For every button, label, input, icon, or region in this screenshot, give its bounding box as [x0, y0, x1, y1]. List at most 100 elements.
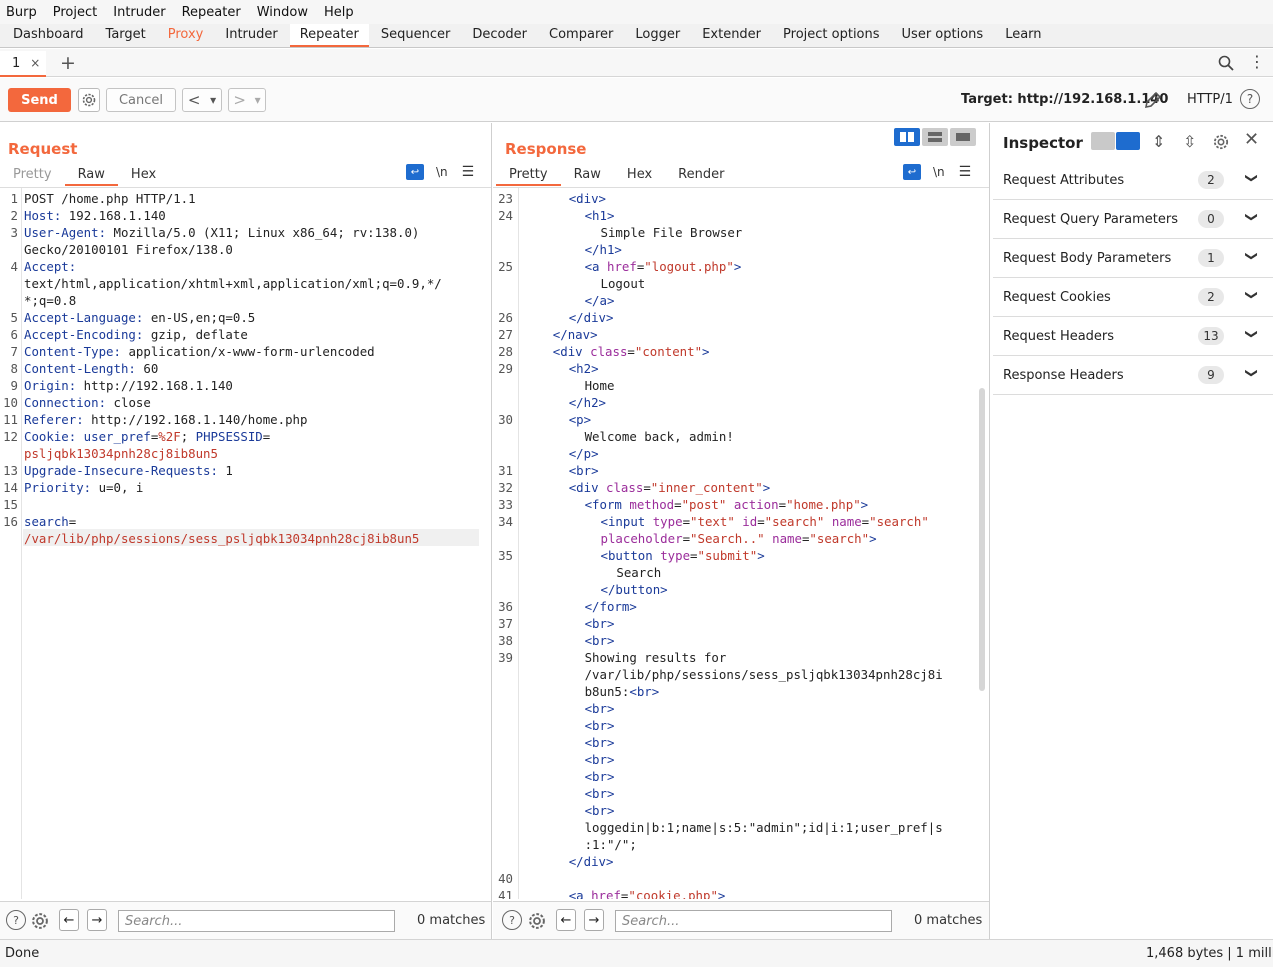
- tab-learn[interactable]: Learn: [995, 24, 1051, 47]
- repeater-tab-1[interactable]: 1 ×: [0, 51, 46, 77]
- show-newlines-icon[interactable]: \n: [933, 165, 945, 179]
- inspector-section-request-query-parameters[interactable]: Request Query Parameters 0 ❯: [993, 200, 1273, 239]
- code-line: </a>: [585, 292, 615, 309]
- menu-item-burp[interactable]: Burp: [6, 5, 37, 20]
- expand-all-icon[interactable]: ⇕: [1152, 132, 1165, 151]
- http-version-selector[interactable]: HTTP/1: [1187, 92, 1233, 107]
- help-icon[interactable]: ?: [502, 910, 522, 930]
- count-badge: 1: [1198, 249, 1224, 267]
- inspector-section-response-headers[interactable]: Response Headers 9 ❯: [993, 356, 1273, 395]
- inspector-layout-list-icon[interactable]: [1091, 132, 1115, 150]
- code-line: </p>: [569, 445, 599, 462]
- tab-proxy[interactable]: Proxy: [158, 24, 214, 47]
- request-search-input[interactable]: Search...: [118, 910, 395, 932]
- inspector-section-request-cookies[interactable]: Request Cookies 2 ❯: [993, 278, 1273, 317]
- previous-match-button[interactable]: ←: [59, 909, 79, 931]
- response-search-input[interactable]: Search...: [615, 910, 892, 932]
- menu-icon[interactable]: ☰: [959, 164, 972, 180]
- close-icon[interactable]: ✕: [1244, 129, 1259, 150]
- gear-icon[interactable]: [527, 911, 547, 931]
- chevron-down-icon[interactable]: ❯: [1245, 212, 1259, 222]
- response-editor[interactable]: 23 <div> 24 <h1> Simple File Browser </h1> 25 <…: [493, 187, 989, 899]
- code-line: <br>: [585, 734, 615, 751]
- wrap-lines-icon[interactable]: ↩: [903, 164, 921, 180]
- code-token: 192.168.1.140: [61, 208, 166, 223]
- response-tab-pretty[interactable]: Pretty: [496, 164, 561, 186]
- code-token: %2F: [158, 429, 181, 444]
- code-line: text/html,application/xhtml+xml,applicat…: [24, 275, 442, 292]
- tab-user-options[interactable]: User options: [892, 24, 994, 47]
- request-tab-hex[interactable]: Hex: [118, 164, 169, 186]
- code-token: "Search..": [690, 531, 765, 546]
- request-tab-pretty[interactable]: Pretty: [0, 164, 65, 186]
- tab-project-options[interactable]: Project options: [773, 24, 890, 47]
- chevron-down-icon[interactable]: ❯: [1245, 173, 1259, 183]
- inspector-section-request-headers[interactable]: Request Headers 13 ❯: [993, 317, 1273, 356]
- code-line: Welcome back, admin!: [585, 428, 734, 445]
- menu-icon[interactable]: ☰: [462, 164, 475, 180]
- menu-item-repeater[interactable]: Repeater: [182, 5, 241, 20]
- cancel-button[interactable]: Cancel: [106, 88, 176, 112]
- history-back-button[interactable]: < ▾: [182, 88, 222, 112]
- tab-comparer[interactable]: Comparer: [539, 24, 623, 47]
- collapse-all-icon[interactable]: ⇳: [1183, 132, 1196, 151]
- inspector-section-request-body-parameters[interactable]: Request Body Parameters 1 ❯: [993, 239, 1273, 278]
- menu-item-project[interactable]: Project: [53, 5, 97, 20]
- help-icon[interactable]: ?: [1240, 89, 1260, 109]
- tab-logger[interactable]: Logger: [625, 24, 690, 47]
- layout-tabs-icon[interactable]: [950, 128, 976, 146]
- response-tab-raw[interactable]: Raw: [561, 164, 614, 186]
- menu-item-intruder[interactable]: Intruder: [113, 5, 165, 20]
- line-number: 15: [3, 497, 18, 512]
- layout-side-by-side-icon[interactable]: [894, 128, 920, 146]
- chevron-down-icon[interactable]: ❯: [1245, 368, 1259, 378]
- more-options-icon[interactable]: ⋮: [1249, 54, 1265, 70]
- response-scrollbar[interactable]: [979, 388, 985, 691]
- tab-dashboard[interactable]: Dashboard: [3, 24, 94, 47]
- line-number: 32: [498, 480, 513, 495]
- search-icon[interactable]: [1218, 55, 1234, 71]
- add-tab-icon[interactable]: +: [60, 52, 76, 74]
- menu-item-window[interactable]: Window: [257, 5, 308, 20]
- code-token: en-US,en;q=0.5: [143, 310, 256, 325]
- show-newlines-icon[interactable]: \n: [436, 165, 448, 179]
- gear-icon[interactable]: [30, 911, 50, 931]
- request-editor[interactable]: 1 POST /home.php HTTP/1.1 2 Host: 192.168.1…: [0, 187, 491, 899]
- edit-target-icon[interactable]: [1143, 90, 1163, 110]
- code-line: <br>: [585, 632, 615, 649]
- response-tab-hex[interactable]: Hex: [614, 164, 665, 186]
- code-line: <br>: [585, 785, 615, 802]
- next-match-button[interactable]: →: [87, 909, 107, 931]
- tab-decoder[interactable]: Decoder: [462, 24, 537, 47]
- layout-stacked-icon[interactable]: [922, 128, 948, 146]
- response-editor-tools: ↩ \n ☰: [903, 164, 971, 180]
- chevron-down-icon[interactable]: ❯: [1245, 251, 1259, 261]
- code-token: <br>: [584, 701, 615, 716]
- tab-repeater[interactable]: Repeater: [289, 24, 369, 47]
- code-line: Host: 192.168.1.140: [24, 207, 166, 224]
- inspector-section-request-attributes[interactable]: Request Attributes 2 ❯: [993, 161, 1273, 200]
- tab-target[interactable]: Target: [96, 24, 156, 47]
- close-tab-icon[interactable]: ×: [30, 56, 40, 70]
- code-line: Search: [616, 564, 661, 581]
- send-settings-button[interactable]: [78, 88, 100, 112]
- inspector-layout-panel-icon[interactable]: [1116, 132, 1140, 150]
- response-tab-render[interactable]: Render: [665, 164, 737, 186]
- tab-sequencer[interactable]: Sequencer: [371, 24, 460, 47]
- send-button[interactable]: Send: [8, 88, 71, 112]
- chevron-down-icon: ▾: [254, 93, 261, 107]
- tab-intruder[interactable]: Intruder: [215, 24, 287, 47]
- next-match-button[interactable]: →: [584, 909, 604, 931]
- menu-item-help[interactable]: Help: [324, 5, 354, 20]
- help-icon[interactable]: ?: [6, 910, 26, 930]
- response-size-timing: 1,468 bytes | 1 millis: [1146, 946, 1273, 961]
- request-tab-raw[interactable]: Raw: [64, 164, 118, 186]
- gear-icon[interactable]: [1212, 133, 1230, 151]
- wrap-lines-icon[interactable]: ↩: [406, 164, 424, 180]
- response-search-bar: ? ← → Search... 0 matches: [493, 901, 989, 939]
- history-forward-button[interactable]: > ▾: [228, 88, 266, 112]
- chevron-down-icon[interactable]: ❯: [1245, 329, 1259, 339]
- chevron-down-icon[interactable]: ❯: [1245, 290, 1259, 300]
- tab-extender[interactable]: Extender: [692, 24, 771, 47]
- previous-match-button[interactable]: ←: [556, 909, 576, 931]
